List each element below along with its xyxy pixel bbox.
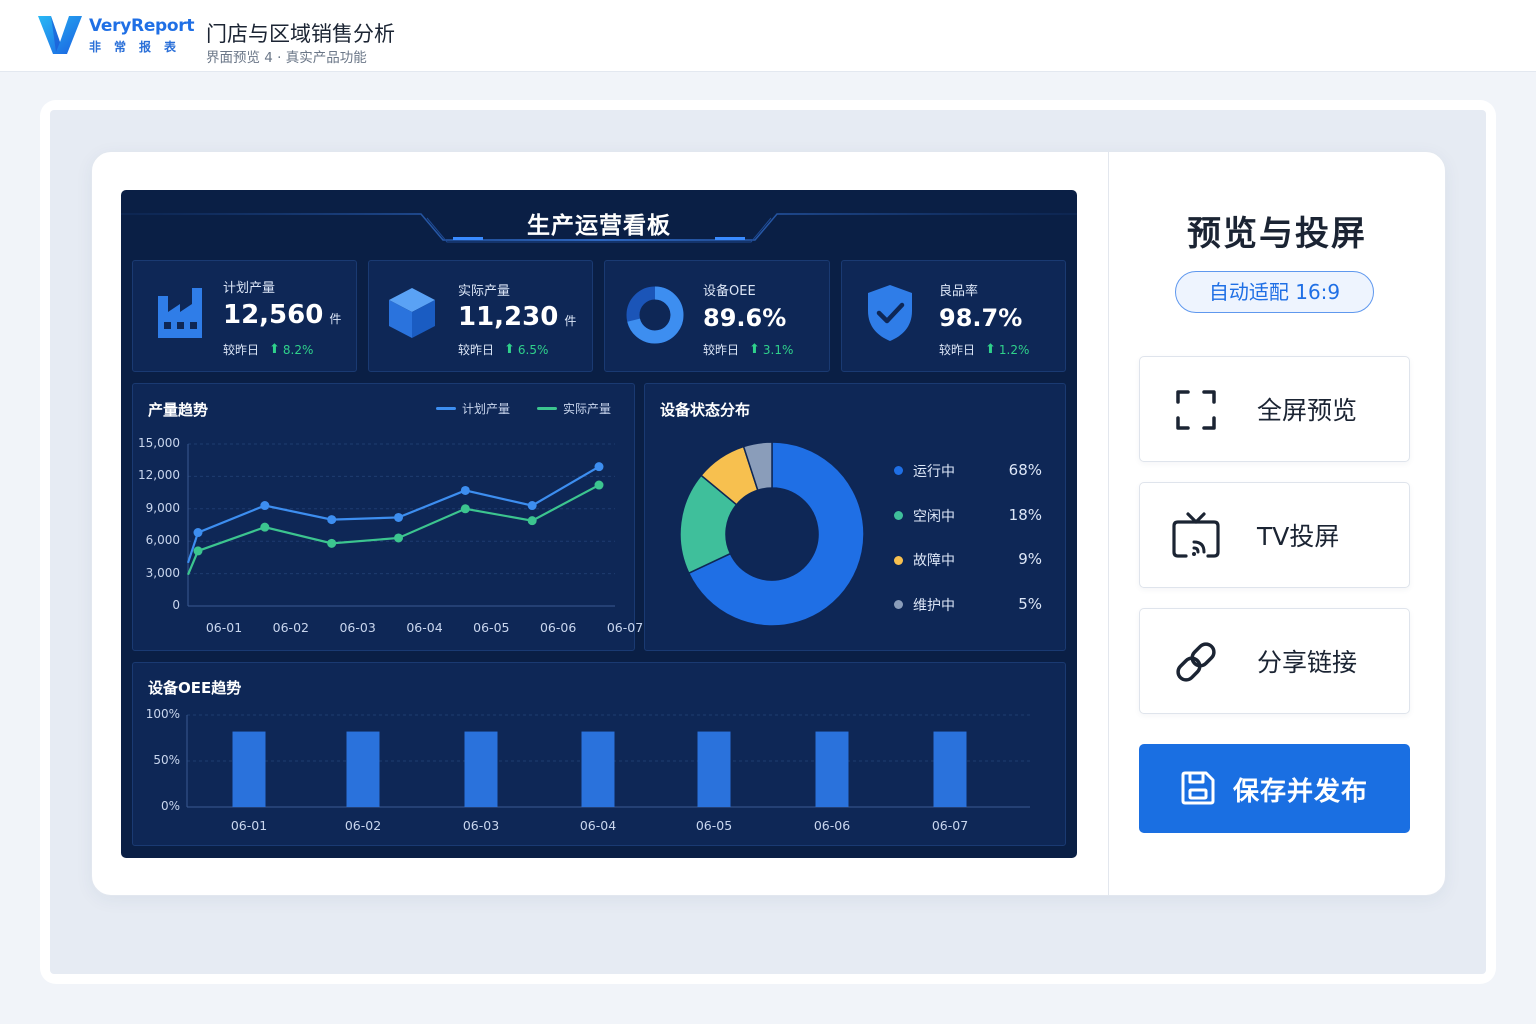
brand-subname: 非常报表 — [89, 40, 190, 54]
status-value: 5% — [1018, 595, 1042, 613]
logo-icon — [38, 16, 82, 54]
status-value: 9% — [1018, 550, 1042, 568]
kpi-value: 98.7% — [939, 304, 1023, 332]
y-tick-label: 6,000 — [145, 533, 180, 548]
kpi-compare: 较昨日 ⬆ 6.5% — [458, 342, 549, 357]
x-tick-label: 06-01 — [205, 620, 243, 635]
legend-swatch — [436, 407, 456, 410]
kpi-value: 12,560 件 — [223, 300, 342, 330]
top-header: VeryReport 非常报表 门店与区域销售分析 界面预览 4 · 真实产品功… — [0, 0, 1536, 72]
legend-dot — [894, 556, 903, 565]
y-tick-label: 9,000 — [145, 500, 180, 515]
y-tick-label: 0% — [160, 799, 180, 813]
shield-check-icon — [868, 285, 912, 341]
legend-dot — [894, 511, 903, 520]
link-icon — [1176, 642, 1216, 682]
status-name: 运行中 — [913, 464, 955, 480]
legend-swatch — [537, 407, 557, 410]
y-tick-label: 12,000 — [138, 468, 180, 483]
x-tick-label: 06-06 — [813, 818, 851, 833]
y-tick-label: 100% — [145, 707, 180, 721]
status-name: 故障中 — [913, 553, 955, 569]
arrow-up-icon: ⬆ — [985, 342, 996, 357]
legend-dot — [894, 466, 903, 475]
x-tick-label: 06-03 — [339, 620, 376, 635]
preview-panel-title: 预览与投屏 — [1187, 214, 1367, 254]
page-subtitle: 界面预览 4 · 真实产品功能 — [206, 50, 367, 66]
legend-actual: 实际产量 — [537, 400, 611, 417]
arrow-up-icon: ⬆ — [269, 342, 280, 357]
x-tick-label: 06-02 — [272, 620, 309, 635]
kpi-value: 89.6% — [703, 304, 787, 332]
kpi-label: 良品率 — [939, 284, 979, 299]
share-link-button[interactable]: 分享链接 — [1139, 608, 1410, 714]
button-label: 分享链接 — [1257, 648, 1358, 677]
x-tick-label: 06-05 — [473, 620, 510, 635]
status-value: 68% — [1008, 461, 1042, 479]
status-value: 18% — [1008, 506, 1042, 524]
y-tick-label: 50% — [153, 753, 180, 767]
button-label: 保存并发布 — [1233, 777, 1369, 807]
page-title: 门店与区域销售分析 — [206, 22, 395, 46]
ring-icon — [626, 286, 684, 344]
x-tick-label: 06-03 — [462, 818, 500, 833]
y-tick-label: 0 — [172, 598, 180, 612]
kpi-label: 计划产量 — [223, 281, 276, 296]
kpi-compare: 较昨日 ⬆ 8.2% — [223, 342, 314, 357]
legend-dot — [894, 600, 903, 609]
factory-icon — [158, 288, 202, 338]
trend-panel — [132, 383, 635, 651]
trend-title: 产量趋势 — [148, 401, 209, 419]
cube-icon — [389, 288, 435, 338]
legend-planned: 计划产量 — [436, 400, 510, 417]
x-tick-label: 06-07 — [931, 818, 969, 833]
aspect-ratio-badge: 自动适配 16:9 — [1175, 271, 1374, 313]
fullscreen-preview-button[interactable]: 全屏预览 — [1139, 356, 1410, 462]
button-label: 全屏预览 — [1257, 396, 1358, 425]
save-icon — [1181, 771, 1215, 805]
tv-cast-button[interactable]: TV投屏 — [1139, 482, 1410, 588]
kpi-value: 11,230 件 — [458, 302, 577, 332]
status-title: 设备状态分布 — [660, 401, 751, 419]
status-donut-chart — [679, 441, 865, 627]
dashboard-title: 生产运营看板 — [527, 213, 671, 239]
y-tick-label: 3,000 — [145, 565, 180, 580]
kpi-compare: 较昨日 ⬆ 3.1% — [703, 342, 794, 357]
kpi-label: 设备OEE — [703, 284, 756, 299]
arrow-up-icon: ⬆ — [504, 342, 515, 357]
brand-name: VeryReport — [89, 16, 195, 36]
y-tick-label: 15,000 — [138, 436, 180, 450]
x-tick-label: 06-04 — [406, 620, 443, 635]
oee-title: 设备OEE趋势 — [148, 679, 242, 697]
status-name: 维护中 — [913, 598, 955, 614]
button-label: TV投屏 — [1257, 522, 1340, 551]
x-tick-label: 06-06 — [539, 620, 577, 635]
arrow-up-icon: ⬆ — [749, 342, 760, 357]
save-publish-button[interactable]: 保存并发布 — [1139, 744, 1410, 833]
card-divider — [1108, 152, 1109, 895]
x-tick-label: 06-05 — [695, 818, 733, 833]
fullscreen-icon — [1176, 390, 1216, 430]
kpi-compare: 较昨日 ⬆ 1.2% — [939, 342, 1030, 357]
x-tick-label: 06-01 — [230, 818, 268, 833]
status-name: 空闲中 — [913, 509, 955, 525]
tv-cast-icon — [1172, 512, 1220, 558]
x-tick-label: 06-04 — [579, 818, 617, 833]
kpi-label: 实际产量 — [458, 284, 511, 299]
x-tick-label: 06-02 — [344, 818, 382, 833]
